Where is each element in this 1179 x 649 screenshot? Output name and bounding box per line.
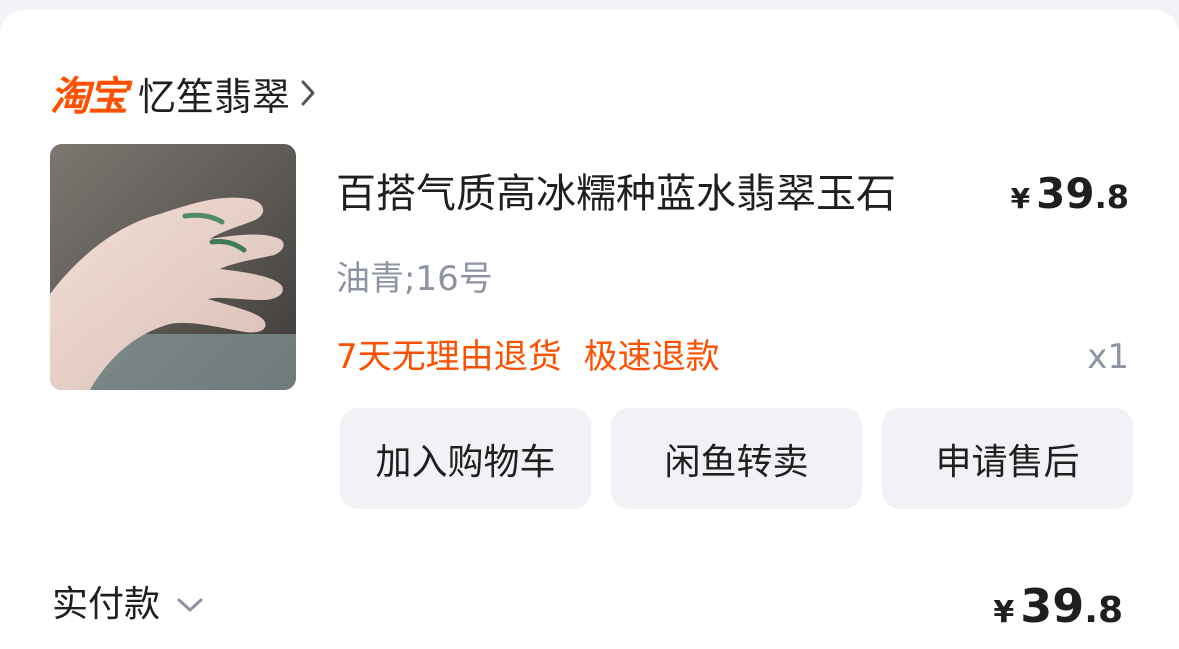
after-sale-button[interactable]: 申请售后 <box>882 408 1133 509</box>
quantity: x1 <box>1087 337 1129 377</box>
service-tags: 7天无理由退货 极速退款 <box>336 332 720 382</box>
paid-amount: ¥39.8 <box>993 576 1123 647</box>
action-buttons: 加入购物车 闲鱼转卖 申请售后 <box>340 408 1133 509</box>
taobao-logo: 淘宝 <box>50 74 128 120</box>
order-card: 淘宝 忆笙翡翠 百搭气质高冰糯种蓝水翡翠玉石 ¥ 39.8 油青;16号 7天无… <box>0 10 1179 649</box>
price-integer: 39 <box>1036 169 1095 218</box>
price-decimal: .8 <box>1084 590 1123 631</box>
shop-header[interactable]: 淘宝 忆笙翡翠 <box>50 66 316 121</box>
payment-summary-toggle[interactable]: 实付款 <box>52 580 204 630</box>
price-decimal: .8 <box>1094 178 1129 216</box>
sku-spec: 油青;16号 <box>336 259 493 299</box>
payment-label: 实付款 <box>52 584 161 625</box>
add-to-cart-button[interactable]: 加入购物车 <box>340 408 591 509</box>
service-tag: 极速退款 <box>583 337 720 377</box>
resell-button[interactable]: 闲鱼转卖 <box>611 408 862 509</box>
currency-symbol: ¥ <box>1010 182 1031 215</box>
item-price: ¥39.8 <box>1011 166 1129 231</box>
product-title[interactable]: 百搭气质高冰糯种蓝水翡翠玉石 <box>336 166 896 222</box>
chevron-down-icon[interactable] <box>176 597 204 613</box>
shop-name[interactable]: 忆笙翡翠 <box>138 66 290 121</box>
currency-symbol: ¥ <box>993 595 1015 630</box>
price-integer: 39 <box>1020 579 1085 633</box>
product-image[interactable] <box>50 144 296 390</box>
chevron-right-icon[interactable] <box>300 79 316 107</box>
service-tag: 7天无理由退货 <box>336 337 562 377</box>
